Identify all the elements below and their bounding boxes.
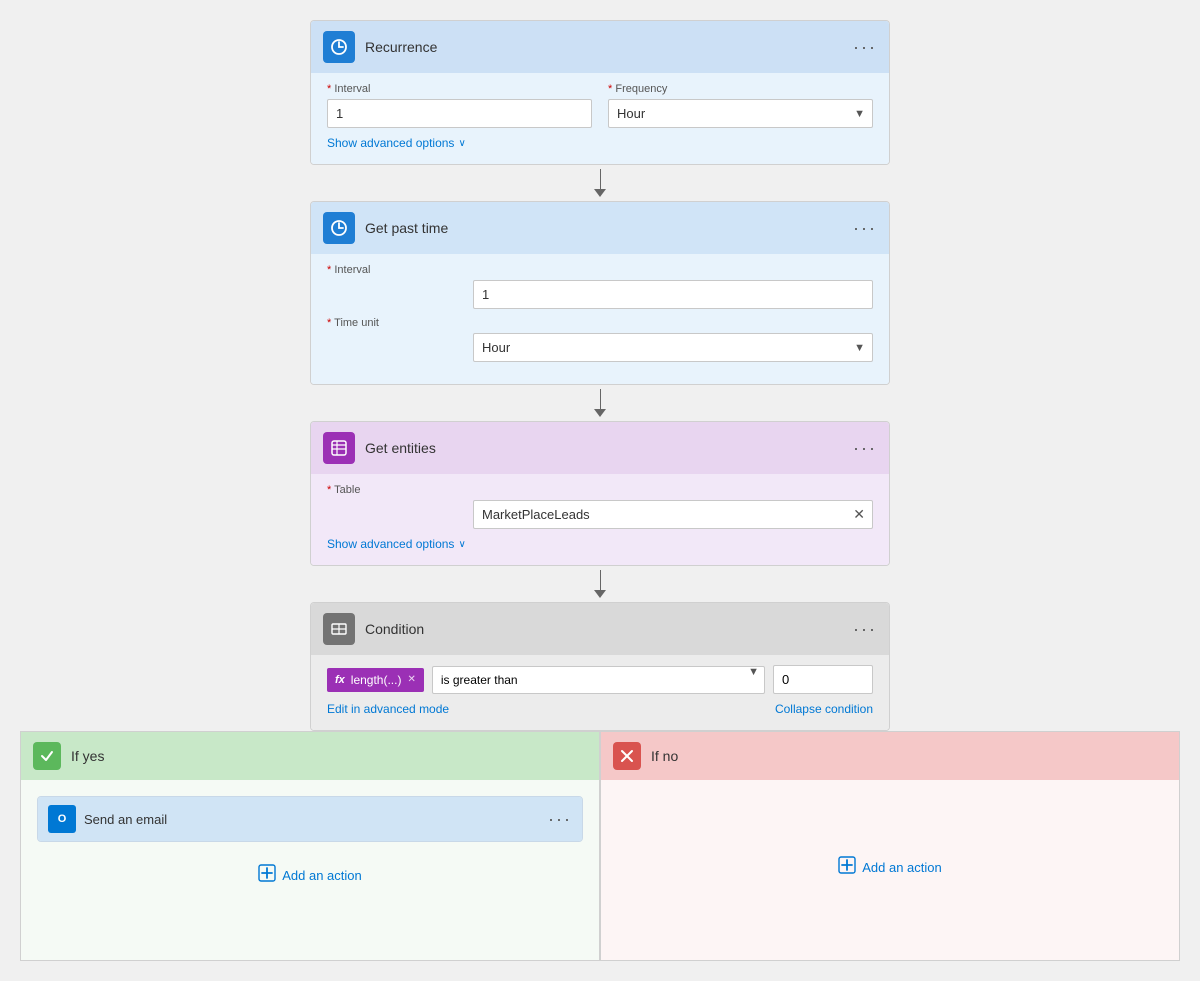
arrow-head-2 [594, 409, 606, 417]
recurrence-body: * Interval * Frequency Hour ▼ [311, 73, 889, 164]
table-label: * Table [327, 484, 457, 496]
if-yes-icon [33, 742, 61, 770]
condition-title: Condition [365, 621, 843, 637]
gpt-interval-label: * Interval [327, 264, 457, 276]
gpt-interval-input[interactable] [473, 280, 873, 309]
get-past-form-row-2: * Time unit Hour ▼ [327, 317, 873, 362]
recurrence-header: Recurrence ··· [311, 21, 889, 73]
condition-header: Condition ··· [311, 603, 889, 655]
if-yes-title: If yes [71, 748, 587, 764]
if-yes-add-action[interactable]: Add an action [37, 854, 583, 897]
if-no-header: If no [601, 732, 1179, 780]
if-no-branch: If no Add an action [600, 731, 1180, 961]
table-label-group: * Table [327, 484, 457, 529]
fx-icon: fx [335, 674, 345, 686]
advanced-chevron-icon: ∨ [458, 138, 465, 149]
if-yes-body: O Send an email ··· Ad [21, 780, 599, 960]
send-email-title: Send an email [84, 812, 540, 827]
recurrence-title: Recurrence [365, 39, 843, 55]
condition-tag[interactable]: fx length(...) ✕ [327, 668, 424, 692]
entities-form-row: * Table ✕ [327, 484, 873, 529]
condition-icon [323, 613, 355, 645]
if-no-body: Add an action [601, 780, 1179, 960]
arrow-line-2 [600, 389, 601, 409]
send-email-menu[interactable]: ··· [548, 810, 572, 828]
interval-label: * Interval [327, 83, 592, 95]
table-input-group: ✕ [473, 484, 873, 529]
condition-row: fx length(...) ✕ is greater than ▼ [327, 665, 873, 694]
send-email-card: O Send an email ··· [37, 796, 583, 842]
get-past-time-body: * Interval * Time unit [311, 254, 889, 384]
arrow-3 [594, 566, 606, 602]
collapse-condition-link[interactable]: Collapse condition [775, 702, 873, 716]
if-yes-add-action-icon [258, 864, 276, 887]
condition-tag-close-icon[interactable]: ✕ [407, 674, 415, 685]
gpt-timeunit-label: * Time unit [327, 317, 457, 329]
edit-advanced-link[interactable]: Edit in advanced mode [327, 702, 449, 716]
if-no-icon [613, 742, 641, 770]
get-entities-title: Get entities [365, 440, 843, 456]
get-entities-body: * Table ✕ Show advanced options ∨ [311, 474, 889, 565]
interval-group: * Interval [327, 83, 592, 128]
frequency-select[interactable]: Hour [608, 99, 873, 128]
recurrence-form-row: * Interval * Frequency Hour ▼ [327, 83, 873, 128]
frequency-label: * Frequency [608, 83, 873, 95]
if-no-title: If no [651, 748, 1167, 764]
frequency-group: * Frequency Hour ▼ [608, 83, 873, 128]
entities-show-advanced[interactable]: Show advanced options ∨ [327, 537, 873, 551]
arrow-line-3 [600, 570, 601, 590]
if-yes-branch: If yes O Send an email ··· [20, 731, 600, 961]
arrow-head-3 [594, 590, 606, 598]
frequency-select-wrapper: Hour ▼ [608, 99, 873, 128]
if-no-add-action-icon [838, 856, 856, 879]
recurrence-card: Recurrence ··· * Interval * Frequency [310, 20, 890, 165]
gpt-timeunit-select[interactable]: Hour [473, 333, 873, 362]
branches-container: If yes O Send an email ··· [20, 731, 1180, 961]
recurrence-icon [323, 31, 355, 63]
gpt-interval-group: * Interval [327, 264, 457, 309]
condition-operator-wrapper: is greater than ▼ [432, 666, 765, 694]
recurrence-show-advanced[interactable]: Show advanced options ∨ [327, 136, 873, 150]
arrow-2 [594, 385, 606, 421]
if-yes-header: If yes [21, 732, 599, 780]
condition-card: Condition ··· fx length(...) ✕ is greate… [310, 602, 890, 731]
get-past-time-icon [323, 212, 355, 244]
gpt-timeunit-select-wrapper: Hour ▼ [473, 333, 873, 362]
get-past-form-row-1: * Interval [327, 264, 873, 309]
condition-footer: Edit in advanced mode Collapse condition [327, 702, 873, 716]
gpt-timeunit-group: * Time unit [327, 317, 457, 362]
table-input[interactable] [473, 500, 873, 529]
get-entities-icon [323, 432, 355, 464]
table-clear-icon[interactable]: ✕ [853, 506, 865, 523]
condition-body: fx length(...) ✕ is greater than ▼ Edit … [311, 655, 889, 730]
recurrence-menu[interactable]: ··· [853, 38, 877, 56]
arrow-line-1 [600, 169, 601, 189]
get-past-time-card: Get past time ··· * Interval [310, 201, 890, 385]
outlook-icon: O [48, 805, 76, 833]
get-entities-menu[interactable]: ··· [853, 439, 877, 457]
send-email-header: O Send an email ··· [38, 797, 582, 841]
gpt-interval-input-group [473, 264, 873, 309]
arrow-head-1 [594, 189, 606, 197]
condition-menu[interactable]: ··· [853, 620, 877, 638]
get-past-time-title: Get past time [365, 220, 843, 236]
gpt-timeunit-select-group: Hour ▼ [473, 317, 873, 362]
get-past-time-menu[interactable]: ··· [853, 219, 877, 237]
get-past-time-header: Get past time ··· [311, 202, 889, 254]
condition-value-input[interactable] [773, 665, 873, 694]
condition-operator-select[interactable]: is greater than [432, 666, 765, 694]
flow-container: Recurrence ··· * Interval * Frequency [20, 20, 1180, 961]
get-entities-card: Get entities ··· * Table ✕ [310, 421, 890, 566]
interval-input[interactable] [327, 99, 592, 128]
arrow-1 [594, 165, 606, 201]
table-input-wrapper: ✕ [473, 500, 873, 529]
entities-advanced-chevron-icon: ∨ [458, 539, 465, 550]
get-entities-header: Get entities ··· [311, 422, 889, 474]
